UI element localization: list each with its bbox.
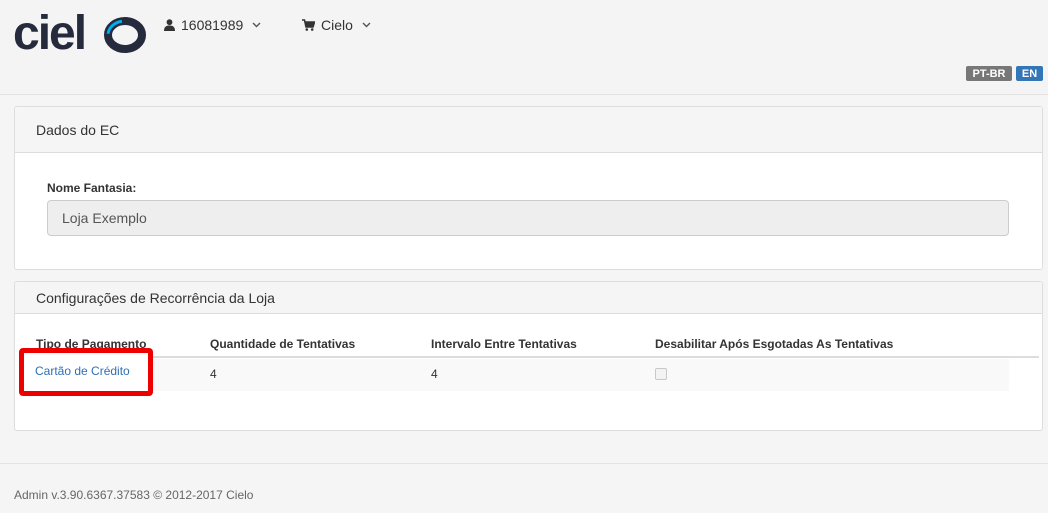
trade-name-field[interactable] xyxy=(47,200,1009,236)
table-row: Cartão de Crédito 4 4 xyxy=(29,359,1009,391)
chevron-down-icon xyxy=(362,22,371,28)
recurrence-panel-title: Configurações de Recorrência da Loja xyxy=(15,282,1042,314)
top-header: ciel 16081989 Cielo PT-BR EN xyxy=(0,0,1048,95)
column-header-attempts: Quantidade de Tentativas xyxy=(210,337,356,351)
trade-name-label: Nome Fantasia: xyxy=(47,181,137,195)
user-id-label: 16081989 xyxy=(181,17,244,33)
payment-type-link-highlighted[interactable]: Cartão de Crédito xyxy=(35,364,130,378)
lang-pt-br-button[interactable]: PT-BR xyxy=(966,66,1012,81)
attempts-value: 4 xyxy=(210,367,217,381)
interval-value: 4 xyxy=(431,367,438,381)
lang-en-button[interactable]: EN xyxy=(1016,66,1043,81)
footer: Admin v.3.90.6367.37583 © 2012-2017 Ciel… xyxy=(0,463,1048,513)
table-header: Tipo de Pagamento Quantidade de Tentativ… xyxy=(29,329,1039,358)
shopping-cart-icon xyxy=(302,19,315,31)
user-menu[interactable]: 16081989 xyxy=(164,16,261,34)
svg-text:ciel: ciel xyxy=(13,7,85,55)
ec-panel-title: Dados do EC xyxy=(15,107,1042,153)
user-icon xyxy=(164,19,175,31)
recurrence-config-panel: Configurações de Recorrência da Loja Tip… xyxy=(14,281,1043,431)
column-header-interval: Intervalo Entre Tentativas xyxy=(431,337,577,351)
store-label: Cielo xyxy=(321,17,353,33)
column-header-disable-after: Desabilitar Após Esgotadas As Tentativas xyxy=(655,337,894,351)
ec-data-panel: Dados do EC Nome Fantasia: xyxy=(14,106,1043,270)
cielo-logo[interactable]: ciel xyxy=(13,5,148,55)
footer-version-text: Admin v.3.90.6367.37583 © 2012-2017 Ciel… xyxy=(14,488,254,502)
disable-after-checkbox[interactable] xyxy=(655,368,667,380)
highlight-box: Cartão de Crédito xyxy=(19,348,153,396)
store-menu[interactable]: Cielo xyxy=(302,16,371,34)
chevron-down-icon xyxy=(252,22,261,28)
